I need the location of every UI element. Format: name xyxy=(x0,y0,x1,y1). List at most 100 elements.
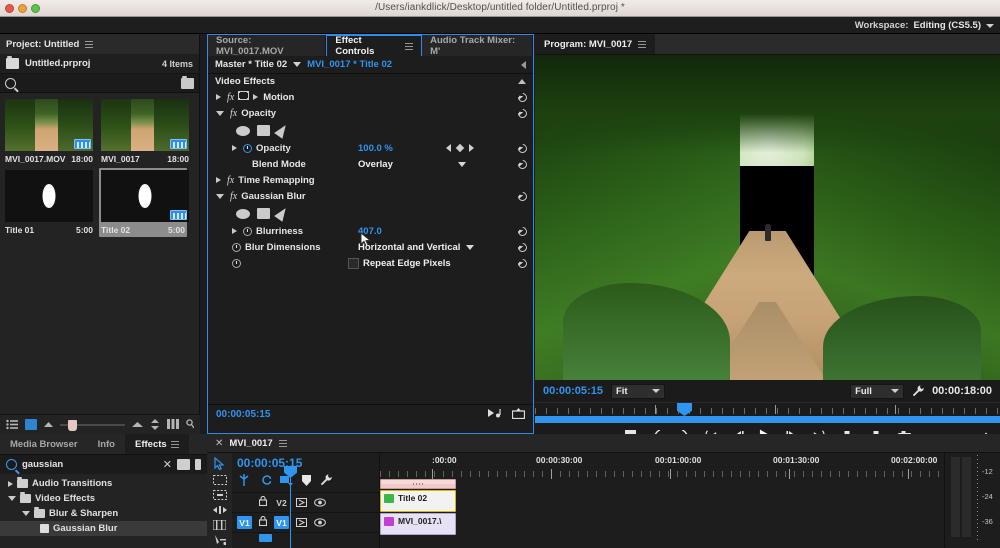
reset-icon[interactable] xyxy=(516,90,529,104)
target-track-v1-button[interactable]: V1 xyxy=(237,516,252,529)
panel-menu-icon[interactable] xyxy=(638,40,647,48)
reset-icon[interactable] xyxy=(516,157,529,171)
timeline-timecode[interactable]: 00:00:05:15 xyxy=(232,453,379,472)
rectangle-mask-icon[interactable] xyxy=(257,208,270,219)
zoom-out-icon[interactable] xyxy=(44,419,53,430)
reset-icon[interactable] xyxy=(516,224,529,238)
chevron-right-icon[interactable] xyxy=(232,145,237,151)
track-name-v2[interactable]: V2 xyxy=(274,496,289,509)
next-keyframe-icon[interactable] xyxy=(469,144,474,152)
playback-quality-selector[interactable]: Full xyxy=(850,383,905,399)
tab-effects[interactable]: Effects xyxy=(125,434,189,454)
effect-row-gaussian-blur[interactable]: fx Gaussian Blur xyxy=(208,188,533,204)
stopwatch-icon[interactable] xyxy=(243,226,252,236)
blend-mode-value[interactable]: Overlay xyxy=(358,159,393,170)
project-item[interactable]: MVI_0017.MOV 18:00 xyxy=(5,99,93,164)
chevron-down-icon[interactable] xyxy=(22,511,30,516)
panel-menu-icon[interactable] xyxy=(85,40,94,48)
new-bin-icon[interactable] xyxy=(181,75,194,89)
tree-item-gaussian-blur[interactable]: Gaussian Blur xyxy=(0,521,207,536)
tab-effect-controls[interactable]: Effect Controls xyxy=(326,35,423,57)
chevron-right-icon[interactable] xyxy=(253,94,259,100)
property-row-repeat-edge-pixels[interactable]: Repeat Edge Pixels xyxy=(208,255,533,271)
chevron-down-icon[interactable] xyxy=(458,161,466,167)
chevron-down-icon[interactable] xyxy=(293,62,302,67)
stopwatch-icon[interactable] xyxy=(232,242,241,252)
video-effects-section-header[interactable]: Video Effects xyxy=(208,74,533,89)
panel-menu-icon[interactable] xyxy=(278,439,287,447)
tree-item-video-effects[interactable]: Video Effects xyxy=(0,491,207,506)
project-item-selected[interactable]: Title 02 5:00 xyxy=(99,168,189,237)
panel-menu-icon[interactable] xyxy=(170,440,179,448)
collapse-timeline-icon[interactable] xyxy=(521,60,526,69)
project-item[interactable]: Title 01 5:00 xyxy=(5,170,93,235)
close-icon[interactable]: ✕ xyxy=(215,438,223,449)
zoom-in-icon[interactable] xyxy=(132,419,143,430)
workspace-selector[interactable]: Workspace: Editing (CS5.5) xyxy=(855,20,994,31)
sort-icon[interactable] xyxy=(150,419,160,430)
effects-search-row[interactable]: ✕ xyxy=(0,455,207,474)
add-keyframe-icon[interactable] xyxy=(455,143,465,153)
repeat-edge-pixels-checkbox[interactable] xyxy=(348,257,359,269)
project-search-row[interactable] xyxy=(0,74,199,93)
timeline-clip-transition[interactable] xyxy=(380,479,456,489)
ripple-edit-tool-icon[interactable] xyxy=(212,490,227,500)
clear-search-icon[interactable]: ✕ xyxy=(163,458,172,471)
track-header-v2[interactable]: V2 xyxy=(232,492,379,512)
ellipse-mask-icon[interactable] xyxy=(236,125,250,136)
chevron-right-icon[interactable] xyxy=(8,480,13,487)
stopwatch-icon[interactable] xyxy=(243,143,252,153)
program-video-frame[interactable] xyxy=(535,55,1000,380)
blurriness-value[interactable]: 407.0 xyxy=(358,226,382,237)
effect-controls-timecode[interactable]: 00:00:05:15 xyxy=(216,409,270,420)
project-tab-label[interactable]: Project: Untitled xyxy=(6,39,79,50)
settings-wrench-icon[interactable] xyxy=(912,385,924,397)
property-row-blurriness[interactable]: Blurriness 407.0 xyxy=(208,223,533,247)
reset-icon[interactable] xyxy=(516,106,529,120)
tree-item-audio-transitions[interactable]: Audio Transitions xyxy=(0,476,207,491)
track-header-v1[interactable]: V1 V1 xyxy=(232,512,379,532)
export-icon[interactable] xyxy=(511,407,526,422)
property-row-blur-dimensions[interactable]: Blur Dimensions Horizontal and Vertical xyxy=(208,239,533,255)
linked-selection-icon[interactable] xyxy=(259,474,272,489)
effects-search-input[interactable] xyxy=(22,459,158,470)
program-playhead[interactable] xyxy=(677,403,692,416)
timeline-ruler[interactable]: :00:00 00:00:30:00 00:01:00:00 00:01:30:… xyxy=(380,453,944,479)
mask-shape-tools[interactable] xyxy=(208,204,533,223)
tab-label[interactable]: MVI_0017 xyxy=(229,438,272,449)
icon-view-icon[interactable] xyxy=(25,419,37,430)
tab-program-monitor[interactable]: Program: MVI_0017 xyxy=(535,34,656,54)
stopwatch-icon[interactable] xyxy=(232,258,241,268)
track-select-tool-icon[interactable] xyxy=(212,475,227,485)
project-panel-tabbar[interactable]: Project: Untitled xyxy=(0,34,199,54)
rolling-edit-tool-icon[interactable] xyxy=(212,505,227,515)
lock-icon-v2[interactable] xyxy=(258,495,268,509)
timeline-clip-mvi-0017[interactable]: MVI_0017.\ xyxy=(380,513,456,535)
automate-to-sequence-icon[interactable] xyxy=(167,419,179,430)
timeline-horizontal-scrollbar[interactable] xyxy=(380,542,944,548)
find-icon[interactable] xyxy=(186,419,195,430)
eye-toggle-icon-v2[interactable] xyxy=(314,498,326,507)
mask-shape-tools[interactable] xyxy=(208,121,533,140)
project-item[interactable]: MVI_0017 18:00 xyxy=(101,99,189,164)
effect-row-time-remapping[interactable]: fx Time Remapping xyxy=(208,172,533,188)
marker-icon[interactable] xyxy=(302,474,311,489)
new-preset-bin-icon[interactable] xyxy=(195,459,201,470)
timeline-clip-title-02[interactable]: Title 02 xyxy=(380,490,456,512)
program-work-area-bar[interactable] xyxy=(535,416,1000,423)
previous-keyframe-icon[interactable] xyxy=(446,144,451,152)
tree-item-blur-and-sharpen[interactable]: Blur & Sharpen xyxy=(0,506,207,521)
keyframe-navigator[interactable] xyxy=(446,143,474,153)
chevron-down-icon[interactable] xyxy=(216,193,224,199)
reset-icon[interactable] xyxy=(516,256,529,270)
chevron-down-icon[interactable] xyxy=(8,496,16,501)
tab-media-browser[interactable]: Media Browser xyxy=(0,434,88,454)
track-name-a1[interactable] xyxy=(259,533,272,542)
thumbnail-size-slider[interactable] xyxy=(60,419,125,431)
chevron-up-icon[interactable] xyxy=(518,79,526,84)
tab-info[interactable]: Info xyxy=(88,434,125,454)
blur-dimensions-value[interactable]: Horizontal and Vertical xyxy=(358,242,460,253)
reset-icon[interactable] xyxy=(516,240,529,254)
project-search-input[interactable] xyxy=(20,78,155,88)
project-root-row[interactable]: Untitled.prproj 4 Items xyxy=(0,54,199,74)
